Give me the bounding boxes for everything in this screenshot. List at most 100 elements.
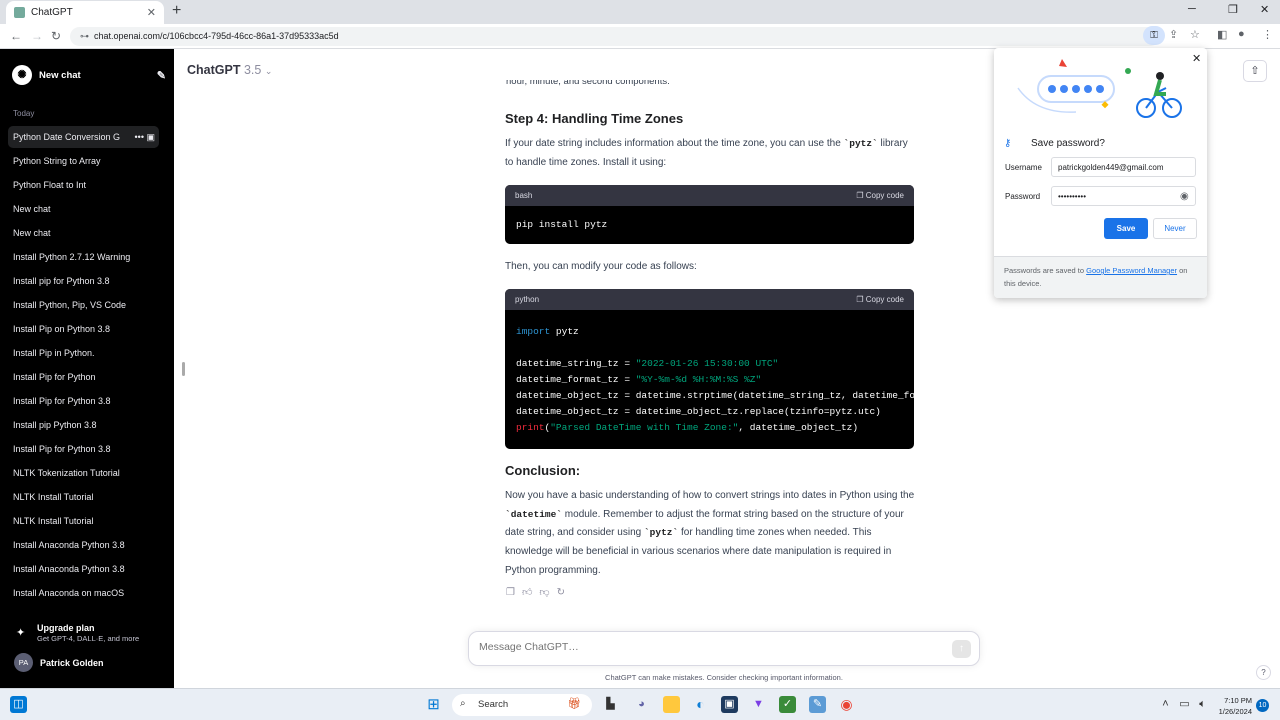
conclusion-heading: Conclusion: [505, 463, 581, 478]
thumbs-down-icon[interactable]: 👎︎ [539, 587, 556, 598]
side-panel-icon[interactable]: ◧ [1217, 28, 1227, 41]
copy-code-button[interactable]: ❐ Copy code [856, 295, 904, 304]
then-paragraph: Then, you can modify your code as follow… [505, 261, 697, 272]
network-icon[interactable]: ▭ [1176, 696, 1193, 713]
browser-menu-icon[interactable]: ⋮ [1262, 28, 1273, 41]
save-password-button[interactable]: Save [1104, 218, 1148, 239]
new-tab-button[interactable]: + [172, 2, 181, 20]
message-input[interactable] [479, 641, 939, 653]
sidebar-chat-item[interactable]: Install pip for Python 3.8 [8, 270, 159, 292]
clock-time: 7:10 PM [1224, 696, 1252, 705]
app-icon[interactable]: ✓ [779, 696, 796, 713]
chat-app-icon[interactable]: ◕ [633, 696, 650, 713]
sidebar-chat-item[interactable]: Python Float to Int [8, 174, 159, 196]
code-string: "Parsed DateTime with Time Zone:" [550, 422, 739, 433]
window-close-icon[interactable]: ✕ [1260, 3, 1269, 16]
password-manager-link[interactable]: Google Password Manager [1086, 266, 1177, 275]
restore-icon[interactable]: ❐ [1228, 3, 1238, 16]
sidebar-chat-item[interactable]: Install Anaconda Python 3.8 [8, 534, 159, 556]
widgets-icon[interactable]: ◫ [10, 696, 27, 713]
user-menu[interactable]: PA Patrick Golden [14, 653, 104, 672]
notification-badge[interactable]: 10 [1256, 699, 1269, 712]
close-icon[interactable]: ✕ [1192, 52, 1201, 65]
copy-code-button[interactable]: ❐ Copy code [856, 191, 904, 200]
reload-icon[interactable]: ↻ [51, 29, 61, 43]
sidebar-chat-item[interactable]: Install Pip for Python 3.8 [8, 438, 159, 460]
sidebar-chat-item[interactable]: Install Pip for Python [8, 366, 159, 388]
code-block-header: python ❐ Copy code [505, 289, 914, 310]
sidebar-chat-item[interactable]: NLTK Install Tutorial [8, 486, 159, 508]
password-key-icon[interactable]: ⚿ [1143, 26, 1165, 45]
edge-icon[interactable]: ◐ [692, 696, 709, 713]
sidebar-chat-item[interactable]: Python String to Array [8, 150, 159, 172]
code-function: print [516, 422, 545, 433]
app-icon[interactable]: ▼ [750, 696, 767, 713]
share-chat-button[interactable]: ⇧ [1243, 60, 1267, 82]
bookmark-star-icon[interactable]: ☆ [1190, 28, 1200, 41]
thumbs-up-icon[interactable]: 👍︎ [522, 587, 539, 598]
eye-icon[interactable]: ◉ [1180, 191, 1189, 202]
code-text: datetime_object_tz = datetime.strptime(d… [516, 390, 914, 401]
chrome-icon[interactable]: ◉ [838, 696, 855, 713]
sidebar-chat-item[interactable]: Install pip Python 3.8 [8, 414, 159, 436]
copy-icon[interactable]: ❐ [506, 587, 522, 598]
upgrade-plan-button[interactable]: ✦ Upgrade plan Get GPT-4, DALL·E, and mo… [14, 622, 164, 646]
site-info-icon[interactable]: ⊶ [80, 31, 89, 42]
never-save-button[interactable]: Never [1153, 218, 1197, 239]
edit-icon[interactable]: ✎ [157, 69, 166, 82]
password-field[interactable]: •••••••••• [1051, 186, 1196, 206]
sidebar: ✺ New chat ✎ Today Python Date Conversio… [0, 49, 174, 688]
username-label: Username [1005, 163, 1042, 172]
chat-options-icon[interactable]: ••• ▣ [130, 126, 155, 148]
app-icon[interactable]: ✎ [809, 696, 826, 713]
new-chat-button[interactable]: ✺ New chat ✎ [8, 63, 166, 87]
sidebar-chat-item[interactable]: Install Anaconda Python 3.8 [8, 558, 159, 580]
new-chat-label: New chat [39, 69, 81, 81]
code-text: datetime_object_tz = datetime_object_tz.… [516, 406, 881, 417]
address-bar-row: ← → ↻ ⊶ chat.openai.com/c/106cbcc4-795d-… [0, 24, 1280, 49]
store-icon[interactable]: ▣ [721, 696, 738, 713]
conclusion-paragraph: Now you have a basic understanding of ho… [505, 487, 915, 581]
model-selector[interactable]: ChatGPT 3.5 ⌄ [187, 63, 272, 77]
volume-icon[interactable]: 🔈︎ [1194, 696, 1211, 713]
share-page-icon[interactable]: ⇪ [1169, 28, 1178, 41]
chevron-up-icon[interactable]: ˄ [1157, 696, 1174, 713]
sidebar-chat-item[interactable]: NLTK Tokenization Tutorial [8, 462, 159, 484]
inline-code: `datetime` [505, 508, 563, 520]
inline-code: `pytz` [643, 527, 679, 539]
minimize-icon[interactable]: ─ [1188, 3, 1196, 15]
sidebar-chat-item[interactable]: New chat [8, 198, 159, 220]
system-clock[interactable]: 7:10 PM 1/26/2024 [1212, 695, 1252, 717]
sidebar-chat-item[interactable]: Install Anaconda on macOS [8, 582, 159, 604]
code-text: datetime_string_tz = [516, 358, 636, 369]
sidebar-chat-item[interactable]: Install Python 2.7.12 Warning [8, 246, 159, 268]
profile-icon[interactable]: ● [1238, 28, 1245, 40]
task-view-icon[interactable]: ▙ [602, 696, 619, 713]
sidebar-chat-item[interactable]: Install Pip for Python 3.8 [8, 390, 159, 412]
code-text: , datetime_object_tz) [738, 422, 859, 433]
sidebar-chat-item[interactable]: NLTK Install Tutorial [8, 510, 159, 532]
sidebar-resize-handle[interactable] [182, 362, 185, 376]
close-tab-icon[interactable]: ✕ [147, 6, 156, 19]
sidebar-chat-item[interactable]: Install Pip on Python 3.8 [8, 318, 159, 340]
dialog-footer: Passwords are saved to Google Password M… [994, 256, 1207, 298]
code-block-bash: bash ❐ Copy code pip install pytz [505, 185, 914, 244]
history-group-label: Today [13, 109, 35, 118]
send-button[interactable]: ↑ [952, 640, 971, 658]
sparkle-icon: ✦ [16, 627, 26, 639]
message-actions: ❐👍︎👎︎↻ [506, 586, 572, 598]
username-field[interactable]: patrickgolden449@gmail.com [1051, 157, 1196, 177]
sidebar-chat-item[interactable]: Install Pip in Python. [8, 342, 159, 364]
forward-icon[interactable]: → [31, 29, 43, 43]
sidebar-chat-item[interactable]: New chat [8, 222, 159, 244]
sidebar-chat-item[interactable]: Python Date Conversion G ••• ▣ [8, 126, 159, 148]
windows-start-icon[interactable]: ⊞ [425, 696, 442, 713]
sidebar-chat-item[interactable]: Install Python, Pip, VS Code [8, 294, 159, 316]
model-name: ChatGPT [187, 63, 241, 77]
file-explorer-icon[interactable] [663, 696, 680, 713]
url-field[interactable]: ⊶ chat.openai.com/c/106cbcc4-795d-46cc-8… [70, 27, 1160, 46]
regenerate-icon[interactable]: ↻ [557, 587, 572, 598]
back-icon[interactable]: ← [10, 29, 22, 43]
help-button[interactable]: ? [1256, 665, 1271, 680]
browser-tab[interactable]: ChatGPT ✕ [6, 1, 164, 24]
